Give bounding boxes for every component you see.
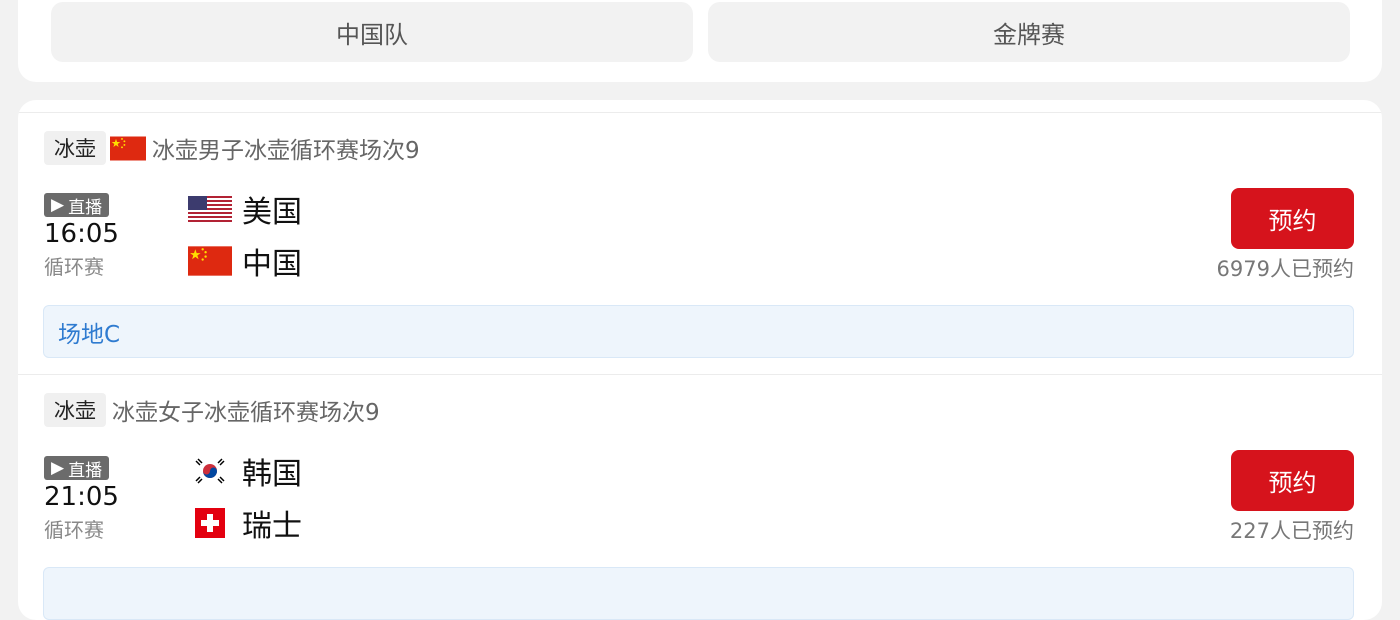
play-icon: ▶ <box>51 195 65 215</box>
switzerland-flag-icon <box>195 508 225 538</box>
book-count: 227人已预约 <box>1229 519 1354 543</box>
team-name: 韩国 <box>242 457 302 492</box>
team-row: 中国 <box>188 241 302 282</box>
team-row: 瑞士 <box>188 503 302 544</box>
filter-medal-button[interactable]: 金牌赛 <box>708 2 1350 62</box>
live-label: 直播 <box>68 197 103 218</box>
match-time: 21:05 <box>44 482 119 512</box>
book-button[interactable]: 预约 <box>1231 450 1354 511</box>
team-row: 美国 <box>188 189 302 230</box>
event-title: 冰壶男子冰壶循环赛场次9 <box>152 138 420 164</box>
match-header: 冰壶 冰壶女子冰壶循环赛场次9 <box>44 393 380 427</box>
match-time: 16:05 <box>44 219 119 249</box>
venue-bar: 场地C <box>43 305 1354 358</box>
book-button[interactable]: 预约 <box>1231 188 1354 249</box>
book-count: 6979人已预约 <box>1216 257 1354 281</box>
filter-card: 中国队 金牌赛 <box>18 0 1382 82</box>
sport-tag: 冰壶 <box>44 131 106 165</box>
china-flag-icon <box>110 136 146 160</box>
event-title: 冰壶女子冰壶循环赛场次9 <box>112 400 380 426</box>
live-badge[interactable]: ▶ 直播 <box>44 193 110 218</box>
match-stage: 循环赛 <box>44 255 104 279</box>
live-badge[interactable]: ▶ 直播 <box>44 456 110 481</box>
play-icon: ▶ <box>51 458 65 478</box>
team-row: 韩国 <box>188 451 302 492</box>
usa-flag-icon <box>188 196 232 222</box>
match-item[interactable]: 冰壶 冰壶女子冰壶循环赛场次9 ▶ 直播 21:05 循环赛 韩国 瑞士 预约 … <box>18 375 1382 620</box>
team-name: 中国 <box>242 247 302 282</box>
team-name: 瑞士 <box>242 509 302 544</box>
filter-team-label: 中国队 <box>336 20 408 49</box>
schedule-list: 冰壶 冰壶男子冰壶循环赛场次9 ▶ 直播 16:05 循环赛 美国 中国 预约 … <box>18 100 1382 620</box>
venue-bar <box>43 567 1354 620</box>
korea-flag-icon <box>188 455 232 487</box>
venue-label: 场地C <box>58 321 121 348</box>
match-item[interactable]: 冰壶 冰壶男子冰壶循环赛场次9 ▶ 直播 16:05 循环赛 美国 中国 预约 … <box>18 112 1382 375</box>
filter-medal-label: 金牌赛 <box>993 20 1065 49</box>
match-stage: 循环赛 <box>44 518 104 542</box>
sport-tag: 冰壶 <box>44 393 106 427</box>
live-label: 直播 <box>68 460 103 481</box>
team-name: 美国 <box>242 195 302 230</box>
china-flag-icon <box>188 246 232 276</box>
match-header: 冰壶 冰壶男子冰壶循环赛场次9 <box>44 131 420 165</box>
filter-team-button[interactable]: 中国队 <box>51 2 693 62</box>
